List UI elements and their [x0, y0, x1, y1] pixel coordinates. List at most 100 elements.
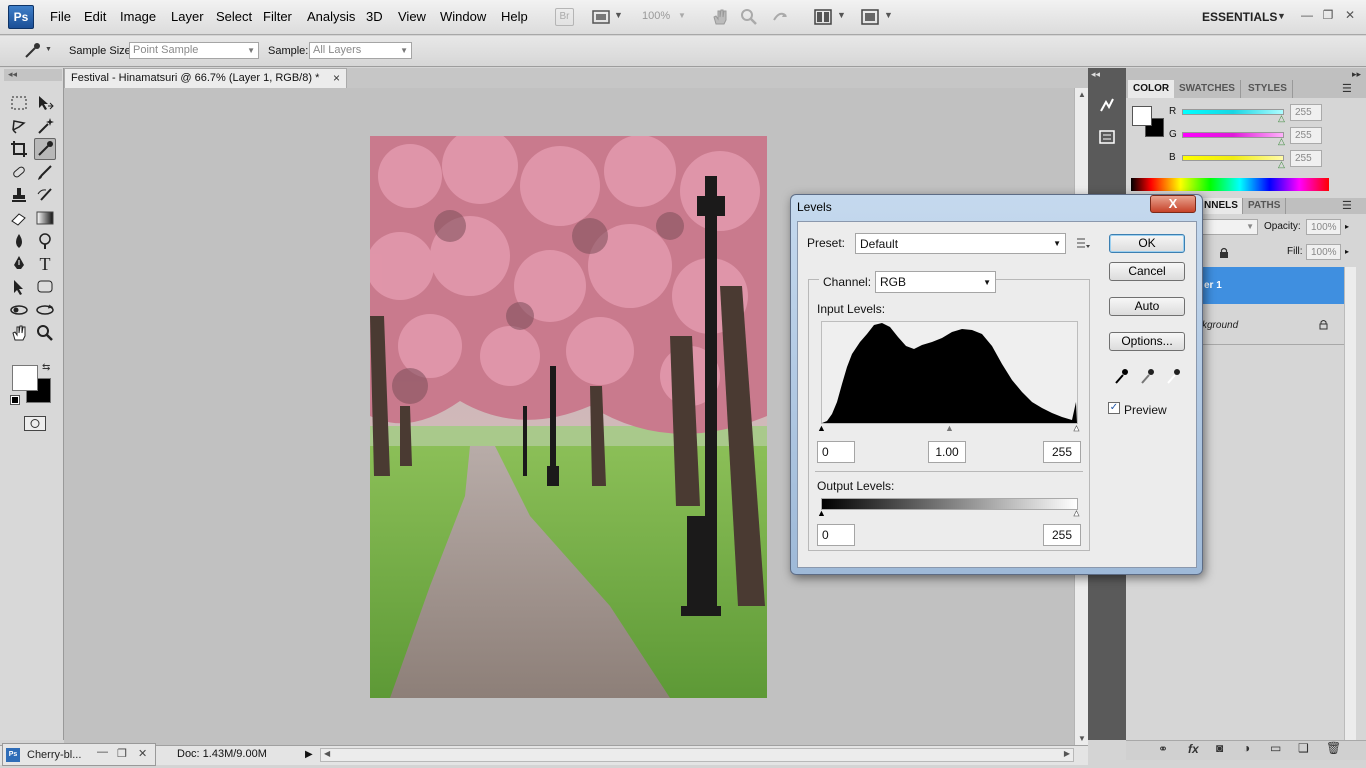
type-tool-icon[interactable]: T [34, 253, 56, 275]
sample-select[interactable]: All Layers ▼ [309, 42, 412, 59]
tab-color[interactable]: COLOR [1128, 80, 1176, 98]
zoom-level[interactable]: 100% [642, 10, 670, 30]
restore-icon[interactable]: ❐ [117, 747, 127, 760]
menu-analysis[interactable]: Analysis [307, 9, 355, 24]
white-eyedropper-icon[interactable] [1165, 367, 1181, 385]
eraser-tool-icon[interactable] [8, 207, 30, 229]
color-spectrum-bar[interactable] [1131, 178, 1329, 191]
workspace-switcher[interactable]: ESSENTIALS [1202, 10, 1277, 24]
cancel-button[interactable]: Cancel [1109, 262, 1185, 281]
output-white-thumb[interactable]: ▲ [1072, 508, 1081, 519]
restore-icon[interactable]: ❐ [1318, 8, 1338, 26]
auto-button[interactable]: Auto [1109, 297, 1185, 316]
scroll-left-icon[interactable]: ◀ [324, 749, 330, 758]
history-brush-icon[interactable] [34, 184, 56, 206]
menu-view[interactable]: View [398, 9, 426, 24]
delete-layer-icon[interactable]: 🗑 [1326, 741, 1341, 755]
shape-tool-icon[interactable] [34, 276, 56, 298]
options-button[interactable]: Options... [1109, 332, 1185, 351]
menu-image[interactable]: Image [120, 9, 156, 24]
preset-options-icon[interactable] [1076, 236, 1090, 250]
channel-select[interactable]: RGB ▼ [875, 271, 996, 293]
3d-rotate-icon[interactable] [8, 299, 30, 321]
default-colors-icon[interactable] [10, 395, 20, 405]
expand-panels-icon[interactable]: ◂◂ [1091, 69, 1100, 80]
green-slider[interactable] [1182, 132, 1284, 138]
adjustment-layer-icon[interactable]: ◑ [1243, 741, 1250, 755]
input-gamma-field[interactable]: 1.00 [928, 441, 966, 463]
minimized-document[interactable]: Ps Cherry-bl... — ❐ ✕ [2, 743, 156, 766]
minimize-icon[interactable]: — [97, 746, 108, 758]
tools-panel-header[interactable]: ◂◂ [4, 69, 62, 81]
scroll-down-icon[interactable]: ▼ [1078, 734, 1086, 743]
bridge-button[interactable]: Br [555, 8, 574, 26]
photoshop-logo[interactable]: Ps [8, 5, 34, 29]
blend-mode-select[interactable]: ▼ [1200, 219, 1258, 235]
close-icon[interactable]: ✕ [138, 747, 147, 760]
output-black-field[interactable]: 0 [817, 524, 855, 546]
history-panel-icon[interactable] [1098, 128, 1116, 146]
healing-brush-icon[interactable] [8, 161, 30, 183]
marquee-tool-icon[interactable] [8, 92, 30, 114]
red-slider[interactable] [1182, 109, 1284, 115]
chevron-down-icon[interactable]: ▼ [45, 46, 52, 53]
arrange-documents-icon[interactable] [814, 9, 832, 25]
opacity-value[interactable]: 100% [1306, 219, 1341, 235]
output-white-field[interactable]: 255 [1043, 524, 1081, 546]
gray-eyedropper-icon[interactable] [1139, 367, 1155, 385]
black-eyedropper-icon[interactable] [1113, 367, 1129, 385]
input-gamma-thumb[interactable]: ▲ [945, 423, 954, 433]
zoom-tool-icon[interactable] [740, 8, 758, 26]
panel-menu-icon[interactable]: ☰ [1342, 82, 1352, 95]
input-white-field[interactable]: 255 [1043, 441, 1081, 463]
red-value[interactable]: 255 [1290, 104, 1322, 121]
input-black-point-thumb[interactable]: ▲ [817, 423, 826, 433]
ok-button[interactable]: OK [1109, 234, 1185, 253]
document-tab[interactable]: Festival - Hinamatsuri @ 66.7% (Layer 1,… [64, 68, 347, 88]
eyedropper-icon[interactable] [22, 41, 42, 61]
chevron-down-icon[interactable]: ▼ [837, 10, 846, 20]
fill-value[interactable]: 100% [1306, 244, 1341, 260]
menu-help[interactable]: Help [501, 9, 528, 24]
lasso-tool-icon[interactable] [8, 115, 30, 137]
green-value[interactable]: 255 [1290, 127, 1322, 144]
gradient-tool-icon[interactable] [34, 207, 56, 229]
chevron-down-icon[interactable]: ▼ [614, 10, 623, 20]
eyedropper-tool-icon[interactable] [34, 138, 56, 160]
pen-tool-icon[interactable] [8, 253, 30, 275]
dialog-close-button[interactable]: X [1150, 195, 1196, 213]
tab-swatches[interactable]: SWATCHES [1174, 80, 1241, 98]
menu-filter[interactable]: Filter [263, 9, 292, 24]
foreground-color-swatch[interactable] [1132, 106, 1152, 126]
layer-row-layer-1[interactable]: er 1 [1196, 267, 1344, 304]
swap-colors-icon[interactable]: ⇆ [42, 362, 50, 373]
tab-styles[interactable]: STYLES [1243, 80, 1293, 98]
hand-tool-icon[interactable] [8, 322, 30, 344]
fill-arrow-icon[interactable]: ▸ [1345, 247, 1349, 256]
menu-layer[interactable]: Layer [171, 9, 204, 24]
blue-value[interactable]: 255 [1290, 150, 1322, 167]
scroll-right-icon[interactable]: ▶ [1064, 749, 1070, 758]
panel-menu-icon[interactable]: ☰ [1342, 199, 1352, 212]
slider-thumb-icon[interactable]: △ [1278, 113, 1285, 124]
sample-size-select[interactable]: Point Sample ▼ [129, 42, 259, 59]
input-white-point-thumb[interactable]: ▲ [1072, 423, 1081, 434]
new-layer-icon[interactable]: ❑ [1298, 741, 1309, 755]
rotate-view-icon[interactable] [771, 8, 789, 26]
document-image[interactable] [370, 136, 767, 698]
quick-mask-icon[interactable] [24, 416, 46, 431]
scroll-up-icon[interactable]: ▲ [1078, 90, 1086, 99]
screen-mode-icon[interactable] [592, 9, 610, 25]
magic-wand-icon[interactable] [34, 115, 56, 137]
tab-channels[interactable]: NNELS [1200, 198, 1243, 214]
minimize-icon[interactable]: — [1297, 8, 1317, 26]
menu-file[interactable]: File [50, 9, 71, 24]
blue-slider[interactable] [1182, 155, 1284, 161]
close-icon[interactable]: ✕ [1340, 8, 1360, 26]
clone-stamp-icon[interactable] [8, 184, 30, 206]
new-group-icon[interactable]: ▭ [1270, 741, 1281, 755]
menu-window[interactable]: Window [440, 9, 486, 24]
menu-3d[interactable]: 3D [366, 9, 383, 24]
blur-tool-icon[interactable] [8, 230, 30, 252]
move-tool-icon[interactable] [34, 92, 56, 114]
